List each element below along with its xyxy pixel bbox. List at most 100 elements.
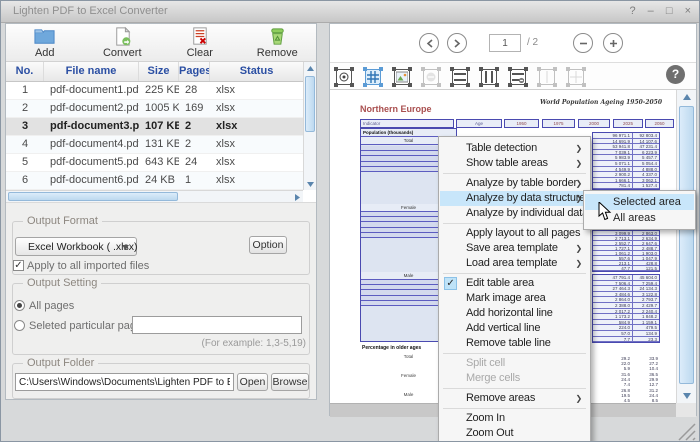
menu-item-edit-table-area[interactable]: ✓Edit table area [440, 276, 589, 291]
output-folder-input[interactable] [15, 373, 234, 391]
plus-icon [609, 39, 618, 48]
scroll-up-icon[interactable] [677, 90, 696, 104]
column-header-no[interactable]: No. [6, 62, 44, 81]
menu-item-add-horizontal-line[interactable]: Add horizontal line [440, 306, 589, 321]
value-2025: 7 506.4 [593, 281, 633, 286]
menu-item-show-table-areas[interactable]: Show table areas❯ [440, 156, 589, 171]
convert-button[interactable]: Convert [84, 24, 162, 61]
menu-item-table-detection[interactable]: Table detection❯ [440, 141, 589, 156]
file-table-vscrollbar[interactable] [303, 62, 316, 190]
table-row[interactable]: 3pdf-document3.pdf107 KB2xlsx [6, 118, 303, 136]
value-2025: 96 971.1 [593, 133, 633, 138]
table-cell: pdf-document2.pdf [44, 100, 139, 117]
apply-all-checkbox[interactable]: ✓ [13, 260, 24, 271]
column-header-filename[interactable]: File name [44, 62, 139, 81]
table-cell: 169 [179, 100, 210, 117]
data-block-male: 47 791.445 604.07 506.47 259.427 464.324… [592, 274, 660, 343]
table-cell: 1 [6, 82, 44, 99]
value-2025: 5.9 [592, 367, 632, 372]
scroll-down-icon[interactable] [304, 178, 316, 190]
merge-cells-icon [565, 66, 587, 88]
preview-vscroll-thumb[interactable] [679, 106, 694, 384]
close-button[interactable]: × [685, 5, 691, 17]
open-button[interactable]: Open [237, 373, 268, 391]
column-header-size[interactable]: Size [139, 62, 179, 81]
value-2025: 14 691.9 [593, 139, 633, 144]
add-vertical-line-icon[interactable] [478, 66, 500, 88]
pages-range-input[interactable] [132, 316, 302, 334]
menu-item-remove-table-line[interactable]: Remove table line [440, 336, 589, 351]
value-2050: 14 107.6 [633, 139, 659, 144]
table-cell: 6 [6, 172, 44, 189]
value-2050: 23.3 [633, 337, 659, 342]
minimize-button[interactable]: – [648, 5, 654, 17]
add-horizontal-line-icon[interactable] [449, 66, 471, 88]
table-cell: 1005 KB [139, 100, 179, 117]
menu-item-apply-layout-to-all-pages[interactable]: Apply layout to all pages [440, 226, 589, 241]
menu-item-add-vertical-line[interactable]: Add vertical line [440, 321, 589, 336]
table-row[interactable]: 2pdf-document2.pdf1005 KB169xlsx [6, 100, 303, 118]
maximize-button[interactable]: □ [666, 5, 673, 17]
data-block-female: 3 099.92 863.02 713.12 634.92 552.72 647… [592, 230, 660, 272]
page-number-input[interactable] [489, 34, 521, 52]
menu-separator [443, 388, 586, 389]
resize-grip[interactable] [673, 418, 697, 442]
selected-pages-radio[interactable] [14, 320, 25, 331]
preview-vscrollbar[interactable] [676, 90, 696, 403]
window-controls: ? – □ × [620, 5, 691, 17]
scroll-up-icon[interactable] [304, 62, 316, 74]
next-page-button[interactable] [447, 33, 467, 53]
browse-button[interactable]: Browse [271, 373, 309, 391]
submenu-arrow-icon: ❯ [575, 191, 582, 206]
all-pages-radio[interactable] [14, 300, 25, 311]
value-2050: 2 634.9 [633, 236, 659, 240]
show-table-areas-icon[interactable] [362, 66, 384, 88]
option-button[interactable]: Option [249, 236, 287, 254]
menu-item-label: Load area template [466, 257, 557, 269]
file-table-hscrollbar[interactable] [6, 190, 303, 202]
scroll-down-icon[interactable] [677, 389, 696, 403]
column-header-pages[interactable]: Pages [179, 62, 210, 81]
menu-item-zoom-out[interactable]: Zoom Out [440, 426, 589, 441]
menu-item-save-area-template[interactable]: Save area template❯ [440, 241, 589, 256]
table-cell: 131 KB [139, 136, 179, 153]
menu-item-remove-areas[interactable]: Remove areas❯ [440, 391, 589, 406]
menu-item-mark-image-area[interactable]: Mark image area [440, 291, 589, 306]
menu-item-analyze-by-individual-data[interactable]: Analyze by individual data [440, 206, 589, 221]
output-format-dropdown[interactable]: Excel Workbook ( .xlsx) [15, 237, 137, 256]
value-2025: 2 864.0 [593, 297, 633, 302]
value-2025: 57.0 [593, 331, 633, 336]
add-button[interactable]: Add [6, 24, 84, 61]
submenu-arrow-icon: ❯ [575, 391, 582, 406]
menu-item-label: Zoom In [466, 412, 505, 424]
doc-header-1975: 1975 [542, 119, 575, 128]
clear-button[interactable]: Clear [161, 24, 239, 61]
data-row: 47.7121.5 [593, 266, 659, 271]
table-detection-icon[interactable] [333, 66, 355, 88]
hscroll-thumb[interactable] [8, 192, 178, 201]
table-row[interactable]: 5pdf-document5.pdf643 KB24xlsx [6, 154, 303, 172]
menu-item-analyze-by-data-structure[interactable]: Analyze by data structure❯ [440, 191, 589, 206]
help-window-button[interactable]: ? [629, 5, 635, 17]
help-button[interactable]: ? [666, 65, 685, 84]
submenu-arrow-icon: ❯ [575, 241, 582, 256]
value-2050: 121.5 [633, 266, 659, 270]
previous-page-button[interactable] [419, 33, 439, 53]
zoom-out-button[interactable] [573, 33, 593, 53]
remove-table-line-icon[interactable] [507, 66, 529, 88]
remove-button[interactable]: Remove [239, 24, 317, 61]
menu-item-analyze-by-table-border[interactable]: Analyze by table border❯ [440, 176, 589, 191]
checkmark-icon: ✓ [444, 277, 457, 290]
table-row[interactable]: 1pdf-document1.pdf225 KB28xlsx [6, 82, 303, 100]
table-row[interactable]: 6pdf-document6.pdf24 KB1xlsx [6, 172, 303, 190]
mark-image-area-icon[interactable] [391, 66, 413, 88]
zoom-in-button[interactable] [603, 33, 623, 53]
table-row[interactable]: 4pdf-document4.pdf131 KB2xlsx [6, 136, 303, 154]
menu-item-label: Remove table line [466, 337, 551, 349]
data-block-percent-female: 31.636.524.429.97.412.7 [592, 373, 660, 387]
menu-item-zoom-in[interactable]: Zoom In [440, 411, 589, 426]
vscroll-thumb[interactable] [305, 76, 315, 132]
menu-item-load-area-template[interactable]: Load area template❯ [440, 256, 589, 271]
column-header-status[interactable]: Status [210, 62, 303, 81]
convert-label: Convert [103, 47, 142, 59]
